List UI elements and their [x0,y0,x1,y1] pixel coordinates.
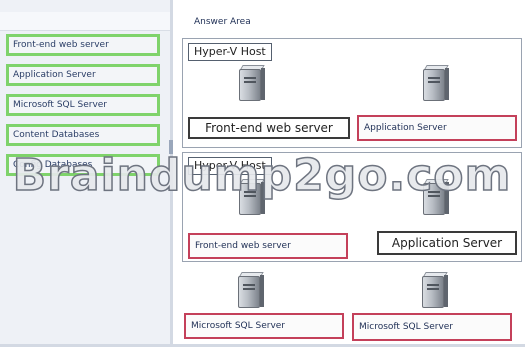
source-item-microsoft-sql-server[interactable]: Microsoft SQL Server [6,94,160,116]
source-item-application-server[interactable]: Application Server [6,64,160,86]
drop-slot-application-server[interactable]: Application Server [357,115,517,141]
server-icon [419,179,451,219]
source-item-config-databases[interactable]: Config Databases [6,154,160,176]
source-item-front-end-web-server[interactable]: Front-end web server [6,34,160,56]
drop-slot-application-server[interactable]: Application Server [377,231,517,255]
server-icon [418,272,450,312]
drop-slot-front-end-web-server[interactable]: Front-end web server [188,233,348,259]
hyper-v-host-2: Hyper-V Host Front-end web server Applic… [182,152,522,262]
source-pane-header [0,12,170,31]
server-icon [234,272,266,312]
host-title: Hyper-V Host [188,43,272,61]
drop-slot-microsoft-sql-server-2[interactable]: Microsoft SQL Server [352,313,512,341]
answer-area-label: Answer Area [194,17,251,27]
server-icon [419,65,451,105]
drop-slot-microsoft-sql-server-1[interactable]: Microsoft SQL Server [184,313,344,339]
server-icon [235,65,267,105]
source-item-content-databases[interactable]: Content Databases [6,124,160,146]
host-title: Hyper-V Host [188,157,272,175]
drop-slot-front-end-web-server[interactable]: Front-end web server [188,117,350,139]
source-pane: Front-end web server Application Server … [0,0,170,347]
server-icon [235,179,267,219]
hyper-v-host-1: Hyper-V Host Front-end web server Applic… [182,38,522,148]
